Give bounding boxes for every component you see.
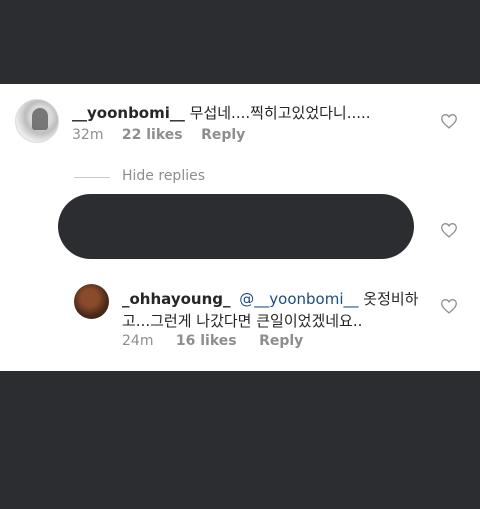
comment-likes[interactable]: 22 likes [122, 127, 183, 143]
reply-button[interactable]: Reply [201, 127, 245, 143]
comment-body-line2: 고...그런게 나갔다면 큰일이었겠네요.. [122, 312, 363, 330]
avatar[interactable] [15, 99, 59, 143]
heart-icon[interactable] [440, 222, 458, 238]
comment-body: 무섭네....찍히고있었다니..... [184, 104, 371, 122]
comment-time: 24m [122, 333, 154, 349]
comment-body: 옷정비하 [358, 290, 419, 308]
comment-username[interactable]: _ohhayoung_ [122, 290, 231, 308]
mention-link[interactable]: @__yoonbomi__ [239, 290, 358, 308]
heart-icon[interactable] [440, 298, 458, 314]
comment-likes[interactable]: 16 likes [176, 333, 237, 349]
heart-icon[interactable] [440, 113, 458, 129]
divider [74, 177, 110, 178]
comment-username[interactable]: __yoonbomi__ [72, 104, 185, 122]
comment-text: __yoonbomi__ 무섭네....찍히고있었다니..... [72, 102, 371, 123]
comment-time: 32m [72, 127, 104, 143]
reply-button[interactable]: Reply [259, 333, 303, 349]
comment-meta: 32m 22 likes Reply [72, 127, 245, 143]
comment-text: _ohhayoung_ @__yoonbomi__ 옷정비하 [122, 288, 418, 309]
redacted-comment [58, 194, 414, 259]
comment-meta: 24m 16 likes Reply [122, 333, 303, 349]
avatar[interactable] [74, 284, 109, 319]
comments-panel: __yoonbomi__ 무섭네....찍히고있었다니..... 32m 22 … [0, 84, 480, 371]
hide-replies-button[interactable]: Hide replies [122, 168, 205, 184]
